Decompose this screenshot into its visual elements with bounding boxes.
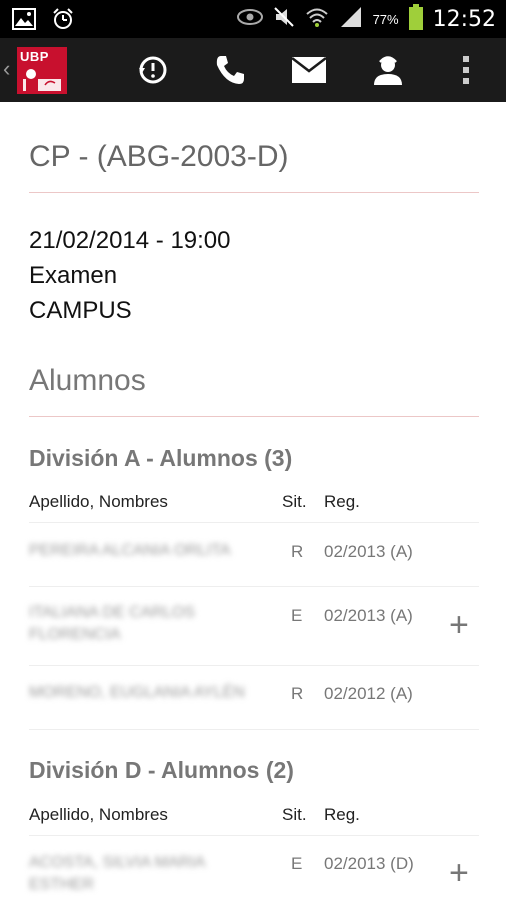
app-logo[interactable]: UBP — [17, 47, 67, 94]
gallery-icon — [12, 8, 36, 35]
row-divider — [29, 729, 479, 730]
eye-icon — [236, 8, 263, 31]
row-divider — [29, 586, 479, 587]
page-title: CP - (ABG-2003-D) — [29, 140, 289, 173]
back-chevron-icon[interactable]: ‹ — [3, 58, 10, 80]
contact-person-icon[interactable] — [370, 52, 406, 88]
student-name: MORENO, EUGLANIA AYLÉN — [29, 684, 245, 701]
row-divider — [29, 835, 479, 836]
student-reg: 02/2013 (D) — [324, 854, 414, 873]
row-divider — [29, 665, 479, 666]
student-sit: E — [291, 606, 303, 625]
mute-icon — [273, 6, 295, 33]
phone-icon[interactable] — [212, 52, 248, 88]
student-sit: E — [291, 854, 303, 873]
expand-plus-icon[interactable]: + — [449, 608, 469, 642]
history-icon[interactable] — [135, 52, 171, 88]
mail-icon[interactable] — [291, 52, 327, 88]
clock-time: 12:52 — [432, 7, 496, 32]
student-sit: R — [291, 684, 304, 703]
exam-location: CAMPUS — [29, 297, 132, 324]
wifi-icon — [305, 6, 329, 33]
student-sit: R — [291, 542, 304, 561]
student-reg: 02/2013 (A) — [324, 606, 413, 625]
logo-text: UBP — [20, 49, 49, 64]
title-divider — [29, 192, 479, 193]
students-section-title: Alumnos — [29, 364, 146, 397]
division-a-title: División A - Alumnos (3) — [29, 445, 293, 471]
col-header-reg: Reg. — [324, 492, 360, 511]
row-divider — [29, 522, 479, 523]
student-reg: 02/2013 (A) — [324, 542, 413, 561]
exam-datetime: 21/02/2014 - 19:00 — [29, 227, 231, 254]
students-divider — [29, 416, 479, 417]
col-header-name: Apellido, Nombres — [29, 805, 168, 824]
division-d-title: División D - Alumnos (2) — [29, 757, 294, 783]
student-name: ACOSTA, SILVIA MARIA ESTHER — [29, 854, 205, 893]
signal-icon — [339, 6, 363, 33]
col-header-sit: Sit. — [282, 492, 307, 511]
overflow-menu-icon[interactable] — [448, 52, 484, 88]
exam-type: Examen — [29, 262, 118, 289]
col-header-sit: Sit. — [282, 805, 307, 824]
col-header-reg: Reg. — [324, 805, 360, 824]
alarm-icon — [52, 7, 74, 36]
student-name: ITALIANA DE CARLOS FLORENCIA — [29, 604, 195, 643]
col-header-name: Apellido, Nombres — [29, 492, 168, 511]
student-reg: 02/2012 (A) — [324, 684, 413, 703]
battery-percent: 77% — [372, 12, 399, 27]
status-bar: 77% 12:52 — [0, 0, 506, 38]
expand-plus-icon[interactable]: + — [449, 856, 469, 890]
student-name: PEREIRA ALCANIA ORLITA — [29, 542, 231, 559]
battery-icon — [408, 4, 423, 35]
action-bar: ‹ UBP — [0, 38, 506, 102]
